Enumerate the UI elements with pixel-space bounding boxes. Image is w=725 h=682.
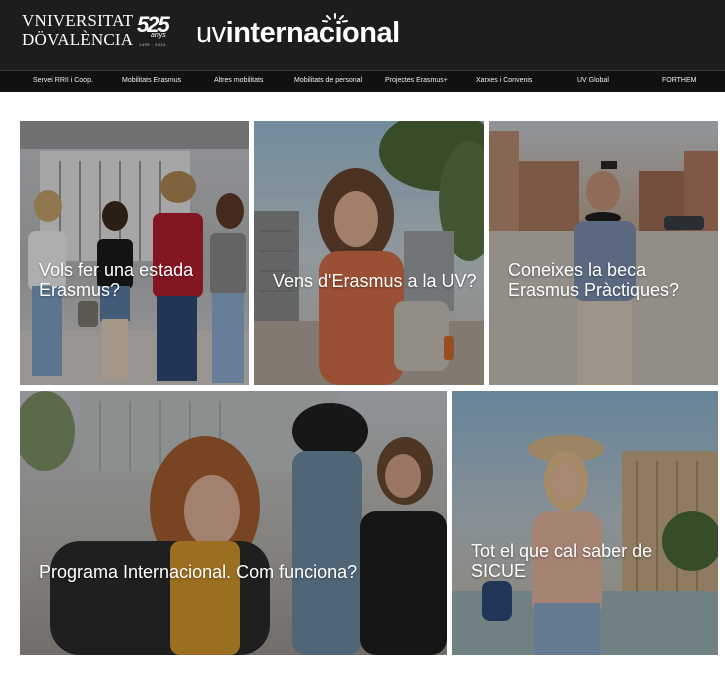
card-caption: Coneixes la beca Erasmus Pràctiques? [508,260,680,300]
universitat-valencia-logo[interactable]: VNIVERSITAT DÖVALÈNCIA [22,11,134,52]
uv-internacional-brand[interactable]: uvinternacional [196,16,400,50]
card-erasmus-internship[interactable]: Coneixes la beca Erasmus Pràctiques? [489,121,718,385]
nav-item-servei-rrii[interactable]: Servei RRII i Coop. [33,77,93,84]
card-sicue[interactable]: Tot el que cal saber de SICUE [452,391,718,655]
nav-item-mobilitats-erasmus[interactable]: Mobilitats Erasmus [122,77,181,84]
nav-item-altres-mobilitats[interactable]: Altres mobilitats [214,77,263,84]
card-come-to-uv[interactable]: Vens d'Erasmus a la UV? [254,121,484,385]
anniversary-sub: anys [151,32,166,39]
main-nav: Servei RRII i Coop. Mobilitats Erasmus A… [0,70,725,92]
nav-item-projectes-erasmus[interactable]: Projectes Erasmus+ [385,77,448,84]
anniversary-logo: 525 anys 1499 · 2024 [137,14,179,50]
card-shade [20,391,447,655]
logo-line-2: DÖVALÈNCIA [22,30,134,49]
anniversary-years: 1499 · 2024 [139,42,166,47]
logo-line-1: VNIVERSITAT [22,11,134,30]
card-erasmus-stay[interactable]: Vols fer una estada Erasmus? [20,121,249,385]
nav-item-xarxes-convenis[interactable]: Xarxes i Convenis [476,77,532,84]
card-shade [452,391,718,655]
site-header: VNIVERSITAT DÖVALÈNCIA 525 anys 1499 · 2… [0,0,725,70]
card-shade [254,121,484,385]
nav-item-uv-global[interactable]: UV Global [577,77,609,84]
nav-item-mobilitats-personal[interactable]: Mobilitats de personal [294,77,362,84]
brand-prefix: uv [196,17,226,49]
brand-name: internacional [225,17,401,49]
card-caption: Vols fer una estada Erasmus? [39,260,194,300]
nav-item-forthem[interactable]: FORTHEM [662,77,696,84]
card-caption: Tot el que cal saber de SICUE [471,541,653,581]
card-caption: Programa Internacional. Com funciona? [39,562,358,582]
card-international-program[interactable]: Programa Internacional. Com funciona? [20,391,447,655]
card-caption: Vens d'Erasmus a la UV? [273,271,477,291]
card-shade [20,121,249,385]
card-shade [489,121,718,385]
